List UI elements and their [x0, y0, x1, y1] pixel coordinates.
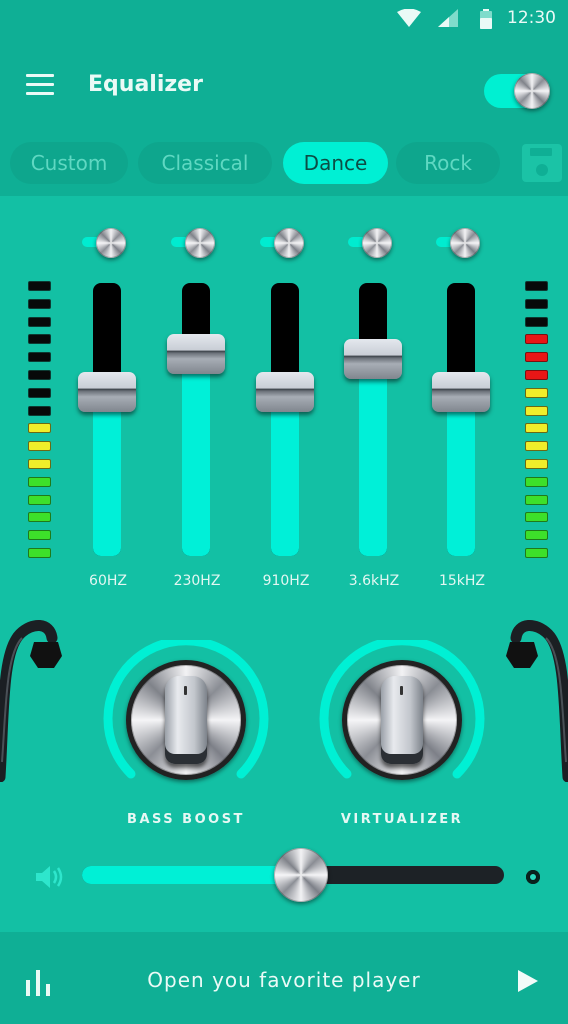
band-slider-handle[interactable] [256, 372, 314, 413]
eq-band: 3.6kHZ [342, 225, 406, 595]
meter-segment-green [525, 512, 548, 523]
volume-slider-fill [82, 866, 302, 884]
band-slider-track[interactable] [93, 283, 121, 556]
meter-segment-red [525, 334, 548, 345]
meter-segment-green [28, 547, 51, 558]
eq-band: 230HZ [165, 225, 229, 595]
band-slider-fill [93, 392, 121, 556]
meter-segment-off [28, 334, 51, 345]
meter-segment-green [28, 494, 51, 505]
eq-band: 15kHZ [430, 225, 494, 595]
band-toggle-knob[interactable] [274, 228, 304, 258]
band-frequency-label: 3.6kHZ [348, 573, 400, 589]
meter-segment-yellow [28, 458, 51, 469]
player-bar: Open you favorite player [0, 932, 568, 1024]
band-slider-handle[interactable] [432, 372, 490, 413]
band-toggle-knob[interactable] [362, 228, 392, 258]
band-slider-track[interactable] [447, 283, 475, 556]
virtualizer-dial[interactable]: VIRTUALIZER [317, 640, 487, 840]
meter-segment-green [28, 512, 51, 523]
meter-segment-yellow [525, 441, 548, 452]
meter-segment-yellow [525, 387, 548, 398]
meter-segment-off [525, 316, 548, 327]
preset-tab-custom[interactable]: Custom [10, 142, 128, 184]
band-slider-handle[interactable] [344, 339, 402, 380]
cable-left-decoration [0, 620, 62, 782]
eq-band: 910HZ [254, 225, 318, 595]
preset-tab-dance[interactable]: Dance [283, 142, 388, 184]
meter-segment-green [525, 494, 548, 505]
meter-segment-off [28, 316, 51, 327]
hamburger-menu-icon[interactable] [26, 74, 54, 98]
open-player-link[interactable]: Open you favorite player [0, 968, 568, 992]
bass-boost-label: BASS BOOST [127, 812, 245, 827]
volume-indicator-dot [526, 870, 540, 884]
battery-icon [480, 9, 492, 29]
cable-right-decoration [506, 620, 568, 782]
meter-segment-yellow [525, 458, 548, 469]
virtualizer-label: VIRTUALIZER [340, 812, 464, 827]
band-slider-fill [182, 353, 210, 556]
band-slider-handle[interactable] [78, 372, 136, 413]
preset-tab-rock[interactable]: Rock [396, 142, 500, 184]
meter-segment-yellow [525, 405, 548, 416]
signal-icon [438, 9, 458, 27]
level-meter-left [28, 281, 52, 566]
meter-segment-yellow [28, 423, 51, 434]
bass-boost-dial[interactable]: BASS BOOST [101, 640, 271, 840]
band-slider-handle[interactable] [167, 333, 225, 374]
band-slider-fill [271, 392, 299, 556]
preset-tabs: Custom Classical Dance Rock [0, 142, 568, 186]
volume-control [0, 846, 568, 906]
bass-boost-pointer [165, 676, 207, 764]
meter-segment-red [525, 369, 548, 380]
preset-tab-classical[interactable]: Classical [138, 142, 272, 184]
meter-segment-off [28, 369, 51, 380]
meter-segment-off [28, 387, 51, 398]
status-bar: 12:30 [0, 0, 568, 36]
band-frequency-label: 910HZ [262, 573, 310, 589]
meter-segment-yellow [525, 423, 548, 434]
meter-segment-yellow [28, 441, 51, 452]
meter-segment-off [28, 352, 51, 363]
band-frequency-label: 60HZ [89, 573, 127, 589]
level-meter-right [525, 281, 549, 566]
equalizer-power-toggle[interactable] [484, 73, 550, 109]
band-slider-track[interactable] [182, 283, 210, 556]
wifi-icon [397, 9, 421, 27]
play-icon[interactable] [518, 970, 538, 992]
band-slider-track[interactable] [359, 283, 387, 556]
eq-band: 60HZ [76, 225, 140, 595]
band-toggle-knob[interactable] [96, 228, 126, 258]
meter-segment-green [28, 476, 51, 487]
band-slider-fill [359, 359, 387, 556]
meter-segment-green [525, 547, 548, 558]
meter-segment-green [525, 530, 548, 541]
meter-segment-green [28, 530, 51, 541]
band-frequency-label: 15kHZ [438, 573, 486, 589]
meter-segment-green [525, 476, 548, 487]
meter-segment-red [525, 352, 548, 363]
meter-segment-off [525, 281, 548, 291]
meter-segment-off [28, 405, 51, 416]
meter-segment-off [525, 298, 548, 309]
volume-slider-handle[interactable] [274, 848, 329, 902]
toggle-knob [514, 73, 550, 109]
band-frequency-label: 230HZ [173, 573, 221, 589]
page-title: Equalizer [88, 72, 203, 97]
band-slider-track[interactable] [271, 283, 299, 556]
meter-segment-off [28, 298, 51, 309]
band-toggle-knob[interactable] [185, 228, 215, 258]
band-slider-fill [447, 392, 475, 556]
virtualizer-pointer [381, 676, 423, 764]
status-time: 12:30 [507, 8, 556, 28]
meter-segment-off [28, 281, 51, 291]
speaker-icon[interactable] [36, 865, 66, 889]
band-toggle-knob[interactable] [450, 228, 480, 258]
save-preset-icon[interactable] [522, 144, 562, 182]
